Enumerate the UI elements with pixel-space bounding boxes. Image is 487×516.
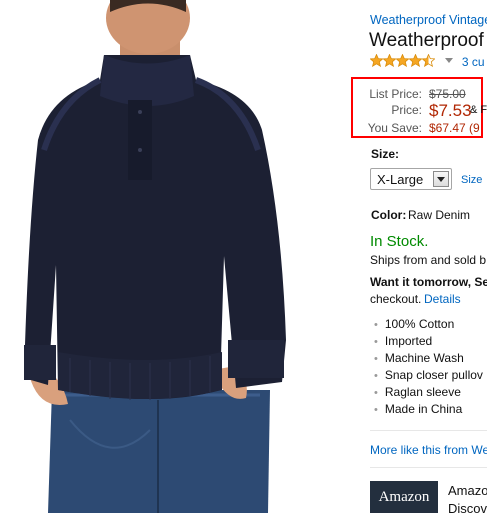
size-dropdown[interactable]: X-Large [370,168,452,190]
ships-from-text: Ships from and sold b [370,253,487,267]
price-label: Price: [391,103,422,117]
ad-title[interactable]: Amazo [448,483,487,498]
size-label: Size: [371,147,400,161]
feature-item: Raglan sleeve [374,386,483,403]
you-save-value: $67.47 (9 [429,121,480,135]
sweater-model-photo [24,0,286,513]
feature-item: Made in China [374,403,483,420]
stock-status: In Stock. [370,233,429,250]
review-count-link[interactable]: 3 cu [462,55,485,69]
product-image[interactable] [0,0,355,513]
list-price-label: List Price: [369,87,422,101]
feature-item: Snap closer pullov [374,369,483,386]
price-suffix: & F [470,104,487,116]
feature-item: 100% Cotton [374,318,483,335]
feature-item: Machine Wash [374,352,483,369]
star-rating[interactable] [370,54,435,71]
size-chart-link[interactable]: Size [461,174,482,186]
divider [370,467,487,468]
rating-row[interactable]: 3 cu [370,54,485,70]
price-value: $7.53 [429,101,472,120]
dropdown-arrow-icon[interactable] [433,171,449,187]
checkout-text: checkout. [370,292,422,306]
chevron-down-icon[interactable] [445,58,454,64]
size-selected-value: X-Large [377,172,424,187]
details-link[interactable]: Details [424,292,461,306]
star-icon [409,54,422,67]
star-icon [396,54,409,67]
you-save-label: You Save: [367,121,422,135]
brand-link[interactable]: Weatherproof Vintage [370,13,487,27]
amazon-logo[interactable]: Amazon [370,481,438,513]
color-value: Raw Denim [408,208,471,222]
star-icon [370,54,383,67]
list-price-value: $75.00 [429,87,466,101]
star-icon [383,54,396,67]
divider [370,430,487,431]
ad-subtitle: Discov [448,501,487,516]
color-label: Color: [371,208,407,222]
feature-bullets: 100% Cotton Imported Machine Wash Snap c… [374,318,483,420]
star-icon [422,54,435,67]
feature-item: Imported [374,335,483,352]
delivery-promo: Want it tomorrow, Se [370,275,487,289]
product-title: Weatherproof [369,30,484,51]
more-like-this-link[interactable]: More like this from We [370,443,487,457]
